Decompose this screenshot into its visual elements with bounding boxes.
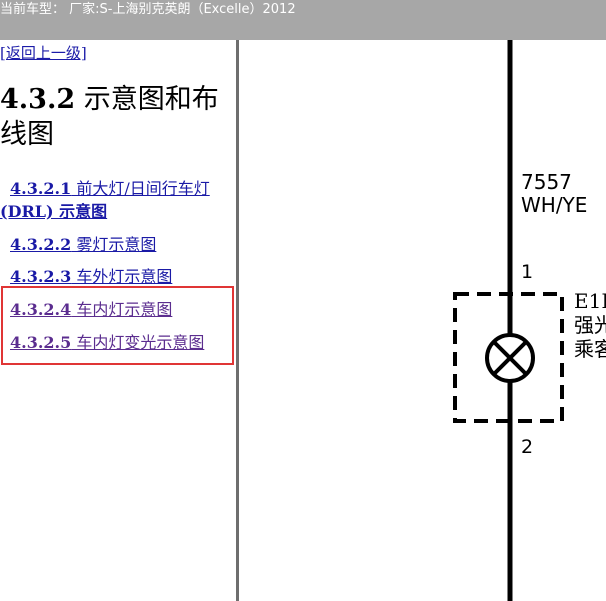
link-number: 4.3.2.2 (10, 235, 72, 254)
link-label: 车外灯示意图 (71, 267, 173, 286)
link-number: 4.3.2.3 (10, 267, 72, 286)
highlight-box (1, 286, 234, 365)
component-desc-line2: 强光 (574, 313, 606, 337)
link-exterior-lamp[interactable]: 4.3.2.3 车外灯示意图 (10, 265, 172, 288)
circuit-number: 7557 (521, 170, 572, 194)
link-label: 雾灯示意图 (71, 235, 157, 254)
diagram-pane: 7557 WH/YE 1 2 E1F 强光 乘客 (239, 40, 606, 601)
section-number: 4.3.2 (0, 84, 76, 115)
link-headlamp-drl[interactable]: 4.3.2.1 前大灯/日间行车灯 (10, 177, 210, 200)
link-fog-lamp[interactable]: 4.3.2.2 雾灯示意图 (10, 233, 156, 256)
wiring-diagram (453, 40, 564, 601)
navigation-pane: [返回上一级] 4.3.2 示意图和布线图 4.3.2.1 前大灯/日间行车灯 … (0, 40, 237, 601)
link-label: 前大灯/日间行车灯 (71, 179, 210, 198)
component-desc-line3: 乘客 (574, 337, 606, 361)
pin-number-bottom: 2 (521, 436, 534, 458)
section-title: 4.3.2 示意图和布线图 (0, 82, 235, 152)
window-title: 当前车型： 厂家:S-上海别克英朗（Excelle）2012 (0, 2, 296, 17)
link-headlamp-drl-line2[interactable]: (DRL) 示意图 (0, 200, 107, 223)
wire-color: WH/YE (521, 193, 588, 217)
link-label: (DRL) 示意图 (0, 202, 108, 221)
link-number: 4.3.2.1 (10, 179, 72, 198)
window-title-bar: 当前车型： 厂家:S-上海别克英朗（Excelle）2012 (0, 0, 606, 40)
component-id: E1F (574, 289, 606, 313)
pin-number-top: 1 (521, 261, 534, 283)
back-link[interactable]: [返回上一级] (0, 42, 87, 63)
